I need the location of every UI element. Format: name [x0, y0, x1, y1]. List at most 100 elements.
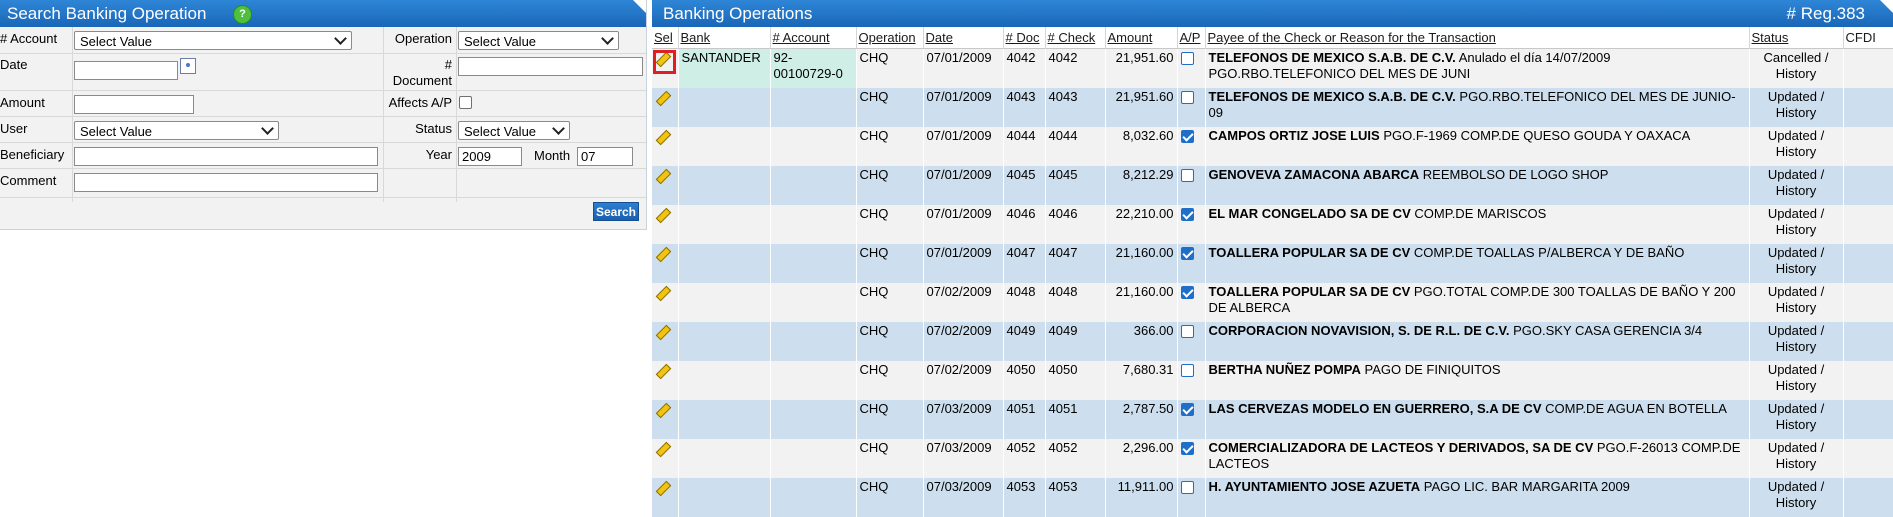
status-cell[interactable]: Updated / History: [1749, 88, 1844, 127]
status-cell[interactable]: Updated / History: [1749, 478, 1844, 517]
check-cell: 4049: [1045, 322, 1106, 361]
ap-checkbox[interactable]: [1180, 247, 1194, 260]
search-button[interactable]: Search: [593, 202, 639, 221]
select-cell[interactable]: [652, 127, 679, 166]
pencil-icon[interactable]: [655, 247, 669, 261]
table-row[interactable]: CHQ 07/02/2009 4048 4048 21,160.00 TOALLERA P…: [652, 283, 1893, 322]
select-cell[interactable]: [652, 205, 679, 244]
bank-cell: [678, 478, 771, 517]
select-cell[interactable]: [652, 400, 679, 439]
status-cell[interactable]: Updated / History: [1749, 361, 1844, 400]
col-header-operation[interactable]: Operation: [856, 27, 924, 49]
document-input[interactable]: [458, 57, 643, 76]
bank-cell: [678, 166, 771, 205]
table-row[interactable]: CHQ 07/01/2009 4043 4043 21,951.60 TELEFONOS …: [652, 88, 1893, 127]
table-row[interactable]: SANTANDER 92-00100729-0 CHQ 07/01/2009 4042 4…: [652, 48, 1893, 88]
ap-checkbox[interactable]: [1180, 91, 1194, 104]
ap-checkbox[interactable]: [1180, 442, 1194, 455]
account-cell: [770, 166, 857, 205]
ap-checkbox[interactable]: [1180, 169, 1194, 182]
ap-checkbox[interactable]: [1180, 130, 1194, 143]
table-row[interactable]: CHQ 07/01/2009 4045 4045 8,212.29 GENOVEVA ZA…: [652, 166, 1893, 205]
help-icon[interactable]: ?: [233, 5, 252, 24]
pencil-icon[interactable]: [655, 169, 669, 183]
amount-label: Amount: [0, 95, 45, 110]
table-row[interactable]: CHQ 07/01/2009 4046 4046 22,210.00 EL MAR CON…: [652, 205, 1893, 244]
affects-ap-checkbox[interactable]: [459, 96, 472, 109]
status-cell[interactable]: Updated / History: [1749, 127, 1844, 166]
beneficiary-input[interactable]: [74, 147, 378, 166]
col-header-payee[interactable]: Payee of the Check or Reason for the Tra…: [1205, 27, 1750, 49]
table-row[interactable]: CHQ 07/01/2009 4047 4047 21,160.00 TOALLERA P…: [652, 244, 1893, 283]
select-cell[interactable]: [652, 439, 679, 478]
payee-reason: COMP.DE AGUA EN BOTELLA: [1545, 401, 1727, 416]
ap-checkbox[interactable]: [1180, 364, 1194, 377]
pencil-icon[interactable]: [655, 130, 669, 144]
ap-checkbox[interactable]: [1180, 325, 1194, 338]
pencil-icon[interactable]: [655, 325, 669, 339]
col-header-ap[interactable]: A/P: [1177, 27, 1206, 49]
ap-checkbox[interactable]: [1180, 403, 1194, 416]
status-select[interactable]: Select Value: [458, 121, 570, 140]
table-row[interactable]: CHQ 07/03/2009 4053 4053 11,911.00 H. AYUNTAM…: [652, 478, 1893, 517]
col-header-doc[interactable]: # Doc: [1003, 27, 1046, 49]
operation-select[interactable]: Select Value: [458, 31, 619, 50]
payee-cell: TOALLERA POPULAR SA DE CV COMP.DE TOALLA…: [1205, 244, 1750, 283]
pencil-icon[interactable]: [655, 208, 669, 222]
pencil-icon[interactable]: [655, 403, 669, 417]
amount-input[interactable]: [74, 95, 194, 114]
check-cell: 4046: [1045, 205, 1106, 244]
select-cell[interactable]: [652, 478, 679, 517]
status-cell[interactable]: Updated / History: [1749, 322, 1844, 361]
select-cell[interactable]: [652, 166, 679, 205]
month-input[interactable]: 07: [577, 147, 633, 166]
table-row[interactable]: CHQ 07/02/2009 4050 4050 7,680.31 BERTHA NUÑE…: [652, 361, 1893, 400]
status-cell[interactable]: Updated / History: [1749, 400, 1844, 439]
ap-cell: [1177, 283, 1206, 322]
status-cell[interactable]: Updated / History: [1749, 166, 1844, 205]
col-header-bank[interactable]: Bank: [678, 27, 771, 49]
payee-cell: GENOVEVA ZAMACONA ABARCA REEMBOLSO DE LO…: [1205, 166, 1750, 205]
table-row[interactable]: CHQ 07/03/2009 4051 4051 2,787.50 LAS CERVEZA…: [652, 400, 1893, 439]
col-header-check[interactable]: # Check: [1045, 27, 1106, 49]
select-cell[interactable]: [652, 322, 679, 361]
status-cell[interactable]: Updated / History: [1749, 205, 1844, 244]
pencil-icon[interactable]: [655, 91, 669, 105]
select-cell[interactable]: [652, 48, 679, 88]
status-cell[interactable]: Cancelled / History: [1749, 48, 1844, 88]
ap-checkbox[interactable]: [1180, 481, 1194, 494]
account-select[interactable]: Select Value: [74, 31, 352, 50]
col-header-amount[interactable]: Amount: [1105, 27, 1178, 49]
select-cell[interactable]: [652, 244, 679, 283]
col-header-status[interactable]: Status: [1749, 27, 1844, 49]
pencil-icon[interactable]: [655, 481, 669, 495]
table-row[interactable]: CHQ 07/03/2009 4052 4052 2,296.00 COMERCIALIZ…: [652, 439, 1893, 478]
pencil-icon[interactable]: [655, 364, 669, 378]
select-cell[interactable]: [652, 283, 679, 322]
ap-checkbox[interactable]: [1180, 52, 1194, 65]
table-row[interactable]: CHQ 07/02/2009 4049 4049 366.00 CORPORACION N…: [652, 322, 1893, 361]
check-cell: 4051: [1045, 400, 1106, 439]
comment-input[interactable]: [74, 173, 378, 192]
date-input[interactable]: [74, 61, 178, 80]
status-cell[interactable]: Updated / History: [1749, 439, 1844, 478]
select-cell[interactable]: [652, 88, 679, 127]
ap-checkbox[interactable]: [1180, 208, 1194, 221]
user-select[interactable]: Select Value: [74, 121, 279, 140]
select-cell[interactable]: [652, 361, 679, 400]
operation-label: Operation: [394, 31, 452, 46]
status-cell[interactable]: Updated / History: [1749, 244, 1844, 283]
col-header-account[interactable]: # Account: [770, 27, 857, 49]
col-header-date[interactable]: Date: [923, 27, 1004, 49]
table-row[interactable]: CHQ 07/01/2009 4044 4044 8,032.60 CAMPOS ORTI…: [652, 127, 1893, 166]
pencil-icon[interactable]: [655, 286, 669, 300]
date-cell: 07/01/2009: [923, 127, 1004, 166]
doc-cell: 4051: [1003, 400, 1046, 439]
calendar-icon[interactable]: [180, 58, 196, 74]
year-input[interactable]: 2009: [458, 147, 522, 166]
amount-cell: 11,911.00: [1105, 478, 1178, 517]
ap-cell: [1177, 400, 1206, 439]
status-cell[interactable]: Updated / History: [1749, 283, 1844, 322]
pencil-icon[interactable]: [655, 442, 669, 456]
ap-checkbox[interactable]: [1180, 286, 1194, 299]
